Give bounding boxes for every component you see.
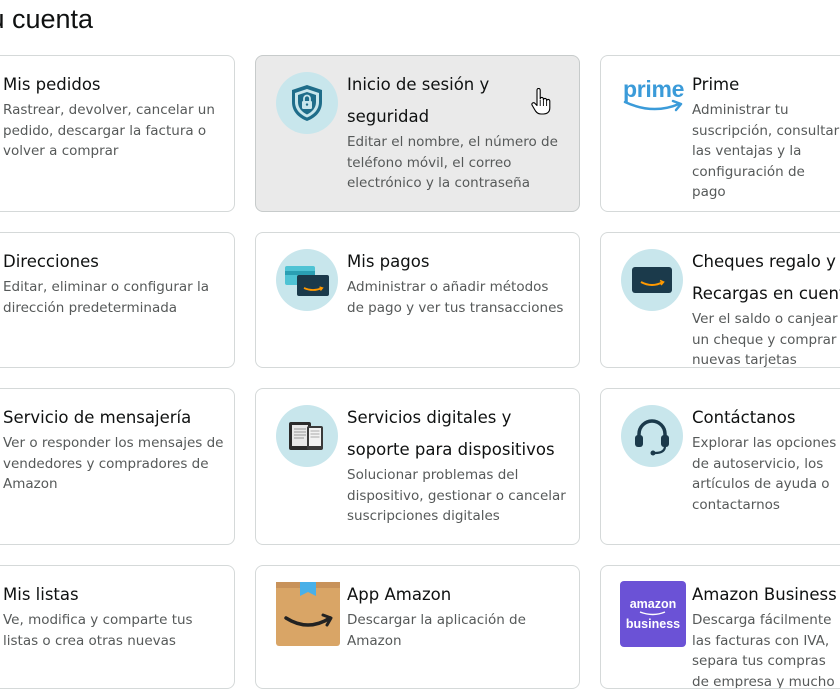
shield-lock-icon bbox=[276, 72, 338, 134]
card-desc: Explorar las opciones de autoservicio, l… bbox=[692, 435, 837, 513]
card-desc: Editar el nombre, el número de teléfono … bbox=[347, 134, 558, 191]
card-servicios-digitales[interactable]: Servicios digitales y soporte para dispo… bbox=[255, 388, 580, 545]
card-title: Mis pedidos bbox=[3, 75, 101, 94]
card-title: Cheques regalo y Recargas en cuenta bbox=[692, 252, 840, 303]
card-contactanos[interactable]: Contáctanos Explorar las opciones de aut… bbox=[600, 388, 840, 545]
card-cheques-regalo[interactable]: Cheques regalo y Recargas en cuenta Ver … bbox=[600, 232, 840, 368]
card-desc: Editar, eliminar o configurar la direcci… bbox=[3, 279, 210, 316]
card-title: Inicio de sesión y seguridad bbox=[347, 75, 490, 126]
card-title: App Amazon bbox=[347, 585, 452, 604]
prime-logo-icon: prime bbox=[623, 76, 687, 116]
card-title: Prime bbox=[692, 75, 740, 94]
card-title: Amazon Business bbox=[692, 585, 837, 604]
card-mis-pagos[interactable]: Mis pagos Administrar o añadir métodos d… bbox=[255, 232, 580, 368]
page-title: Tu cuenta bbox=[0, 4, 94, 34]
card-desc: Ver o responder los mensajes de vendedor… bbox=[3, 435, 224, 492]
amazon-business-icon: amazon business bbox=[620, 581, 686, 647]
card-inicio-sesion-seguridad[interactable]: Inicio de sesión y seguridad Editar el n… bbox=[255, 55, 580, 212]
gift-card-icon bbox=[621, 249, 683, 311]
card-mis-pedidos[interactable]: Mis pedidos Rastrear, devolver, cancelar… bbox=[0, 55, 235, 212]
card-app-amazon[interactable]: App Amazon Descargar la aplicación de Am… bbox=[255, 565, 580, 689]
card-amazon-business[interactable]: amazon business Amazon Business Descarga… bbox=[600, 565, 840, 689]
card-desc: Ve, modifica y comparte tus listas o cre… bbox=[3, 612, 193, 649]
headset-icon bbox=[621, 405, 683, 467]
payment-cards-icon bbox=[276, 249, 338, 311]
card-title: Mis pagos bbox=[347, 252, 430, 271]
card-desc: Solucionar problemas del dispositivo, ge… bbox=[347, 467, 566, 524]
card-title: Direcciones bbox=[3, 252, 99, 271]
card-title: Contáctanos bbox=[692, 408, 796, 427]
hand-cursor-icon bbox=[531, 88, 551, 115]
card-servicio-mensajeria[interactable]: Servicio de mensajería Ver o responder l… bbox=[0, 388, 235, 545]
card-mis-listas[interactable]: Mis listas Ve, modifica y comparte tus l… bbox=[0, 565, 235, 689]
card-desc: Administrar tu suscripción, consultar la… bbox=[692, 102, 840, 200]
card-prime[interactable]: prime Prime Administrar tu suscripción, … bbox=[600, 55, 840, 212]
card-desc: Administrar o añadir métodos de pago y v… bbox=[347, 279, 564, 316]
amazon-app-icon bbox=[276, 582, 340, 646]
card-title: Servicios digitales y soporte para dispo… bbox=[347, 408, 555, 459]
card-title: Servicio de mensajería bbox=[3, 408, 192, 427]
card-desc: Descarga fácilmente las facturas con IVA… bbox=[692, 612, 835, 689]
card-desc: Ver el saldo o canjear un cheque y compr… bbox=[692, 311, 838, 368]
devices-icon bbox=[276, 405, 338, 467]
card-desc: Rastrear, devolver, cancelar un pedido, … bbox=[3, 102, 215, 159]
card-desc: Descargar la aplicación de Amazon bbox=[347, 612, 526, 649]
card-title: Mis listas bbox=[3, 585, 79, 604]
card-direcciones[interactable]: Direcciones Editar, eliminar o configura… bbox=[0, 232, 235, 368]
